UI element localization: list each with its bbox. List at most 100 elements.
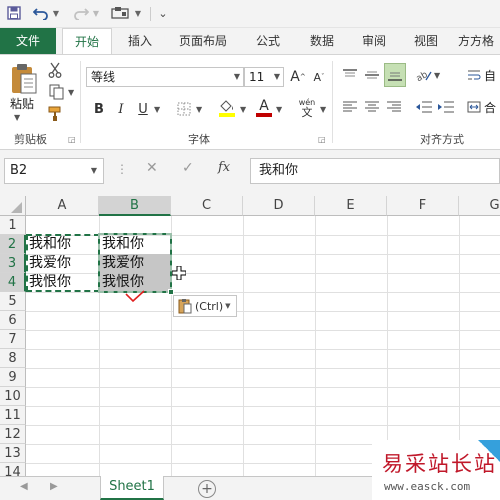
font-name-combo[interactable]: 等线 ▼ [86, 67, 244, 87]
tab-ffgrid[interactable]: 方方格 [458, 28, 500, 54]
orientation-icon[interactable]: ab [414, 65, 434, 85]
increase-font-button[interactable]: A ^ [289, 67, 307, 87]
wrap-text-icon[interactable] [466, 65, 482, 85]
italic-button[interactable]: I [112, 99, 130, 119]
align-right-icon[interactable] [384, 97, 404, 117]
column-header-e[interactable]: E [315, 196, 387, 216]
chevron-down-icon[interactable]: ▼ [274, 68, 280, 86]
font-size-combo[interactable]: 11 ▼ [244, 67, 284, 87]
align-center-icon[interactable] [362, 97, 382, 117]
redo-icon[interactable] [70, 3, 92, 23]
tab-formulas[interactable]: 公式 [246, 28, 290, 54]
merge-center-label[interactable]: 合 [484, 99, 496, 116]
merge-center-icon[interactable] [466, 97, 482, 117]
undo-icon[interactable] [30, 3, 52, 23]
row-header-12[interactable]: 12 [0, 425, 26, 444]
paste-options-button[interactable]: (Ctrl) ▼ [173, 295, 237, 317]
borders-dropdown-icon[interactable]: ▼ [196, 105, 202, 114]
cut-icon[interactable] [46, 61, 64, 79]
scroll-left-icon[interactable]: ◀ [20, 481, 28, 492]
worksheet-grid[interactable]: A B C D E F G 1 2 3 4 5 6 7 8 9 10 11 12… [0, 196, 500, 482]
formula-input[interactable]: 我和你 [250, 158, 500, 184]
scroll-right-icon[interactable]: ▶ [50, 481, 58, 492]
copy-dropdown-icon[interactable]: ▼ [68, 88, 74, 97]
decrease-font-button[interactable]: Aˇ [310, 67, 328, 87]
phonetic-dropdown-icon[interactable]: ▼ [320, 105, 326, 114]
tab-home[interactable]: 开始 [62, 28, 112, 55]
bold-button[interactable]: B [90, 99, 108, 119]
column-header-b[interactable]: B [99, 196, 171, 216]
tab-view[interactable]: 视图 [404, 28, 448, 54]
insert-function-icon[interactable]: fx [218, 160, 230, 175]
select-all-corner[interactable] [0, 196, 26, 216]
chevron-down-icon[interactable]: ▼ [91, 159, 97, 183]
column-header-d[interactable]: D [243, 196, 315, 216]
underline-button[interactable]: U [134, 99, 152, 119]
touch-mode-icon[interactable] [108, 3, 134, 23]
column-header-f[interactable]: F [387, 196, 459, 216]
enter-icon[interactable]: ✓ [182, 160, 194, 176]
row-header-8[interactable]: 8 [0, 349, 26, 368]
row-header-4[interactable]: 4 [0, 273, 26, 292]
font-color-button[interactable]: A [254, 97, 274, 119]
wrap-text-label[interactable]: 自 [484, 67, 496, 84]
column-header-c[interactable]: C [171, 196, 243, 216]
add-sheet-icon[interactable]: + [198, 480, 216, 498]
paste-label[interactable]: 粘贴 [10, 95, 34, 112]
row-header-10[interactable]: 10 [0, 387, 26, 406]
copy-icon[interactable] [46, 83, 68, 101]
row-header-9[interactable]: 9 [0, 368, 26, 387]
row-header-1[interactable]: 1 [0, 216, 26, 235]
font-color-swatch [256, 113, 272, 117]
tab-review[interactable]: 审阅 [352, 28, 396, 54]
font-launcher-icon[interactable]: ◲ [318, 135, 326, 144]
row-header-3[interactable]: 3 [0, 254, 26, 273]
group-divider [332, 61, 333, 143]
middle-align-icon[interactable] [362, 65, 382, 85]
chevron-down-icon[interactable]: ▼ [234, 68, 240, 86]
gridline [243, 216, 244, 476]
watermark-text: 易采站长站 [382, 452, 497, 476]
bottom-align-icon[interactable] [384, 63, 406, 87]
touch-mode-dropdown-icon[interactable]: ▼ [134, 3, 142, 23]
format-painter-icon[interactable] [46, 105, 66, 123]
tab-page-layout[interactable]: 页面布局 [168, 28, 238, 54]
borders-icon[interactable] [174, 99, 194, 119]
decrease-indent-icon[interactable] [414, 97, 434, 117]
align-left-icon[interactable] [340, 97, 360, 117]
gridline [26, 311, 500, 312]
top-align-icon[interactable] [340, 65, 360, 85]
paste-dropdown-icon[interactable]: ▼ [14, 113, 20, 122]
clipboard-launcher-icon[interactable]: ◲ [68, 135, 76, 144]
increase-indent-icon[interactable] [436, 97, 456, 117]
tab-data[interactable]: 数据 [300, 28, 344, 54]
orientation-dropdown-icon[interactable]: ▼ [434, 71, 440, 80]
sheet-tab-sheet1[interactable]: Sheet1 [100, 476, 164, 500]
fill-color-icon[interactable] [216, 97, 238, 119]
row-header-11[interactable]: 11 [0, 406, 26, 425]
row-header-2[interactable]: 2 [0, 235, 26, 254]
paste-options-label: (Ctrl) [195, 299, 224, 313]
save-icon[interactable] [4, 3, 24, 23]
row-header-7[interactable]: 7 [0, 330, 26, 349]
name-box[interactable]: B2 ▼ [4, 158, 104, 184]
underline-dropdown-icon[interactable]: ▼ [154, 105, 160, 114]
row-header-6[interactable]: 6 [0, 311, 26, 330]
paste-icon[interactable] [8, 61, 40, 97]
tab-insert[interactable]: 插入 [118, 28, 162, 54]
fill-color-dropdown-icon[interactable]: ▼ [240, 105, 246, 114]
column-header-g[interactable]: G [459, 196, 500, 216]
row-header-5[interactable]: 5 [0, 292, 26, 311]
redo-dropdown-icon[interactable]: ▼ [92, 3, 100, 23]
chevron-down-icon: ▼ [225, 302, 231, 310]
undo-dropdown-icon[interactable]: ▼ [52, 3, 60, 23]
phonetic-button[interactable]: wén 文 [296, 97, 318, 119]
row-header-13[interactable]: 13 [0, 444, 26, 463]
customize-qat-icon[interactable]: ⌄ [156, 3, 170, 23]
font-group-label: 字体 [188, 133, 210, 146]
move-cursor-icon [171, 265, 187, 283]
font-color-dropdown-icon[interactable]: ▼ [276, 105, 282, 114]
column-header-a[interactable]: A [26, 196, 99, 216]
tab-file[interactable]: 文件 [0, 28, 56, 54]
cancel-icon[interactable]: ✕ [146, 160, 158, 176]
